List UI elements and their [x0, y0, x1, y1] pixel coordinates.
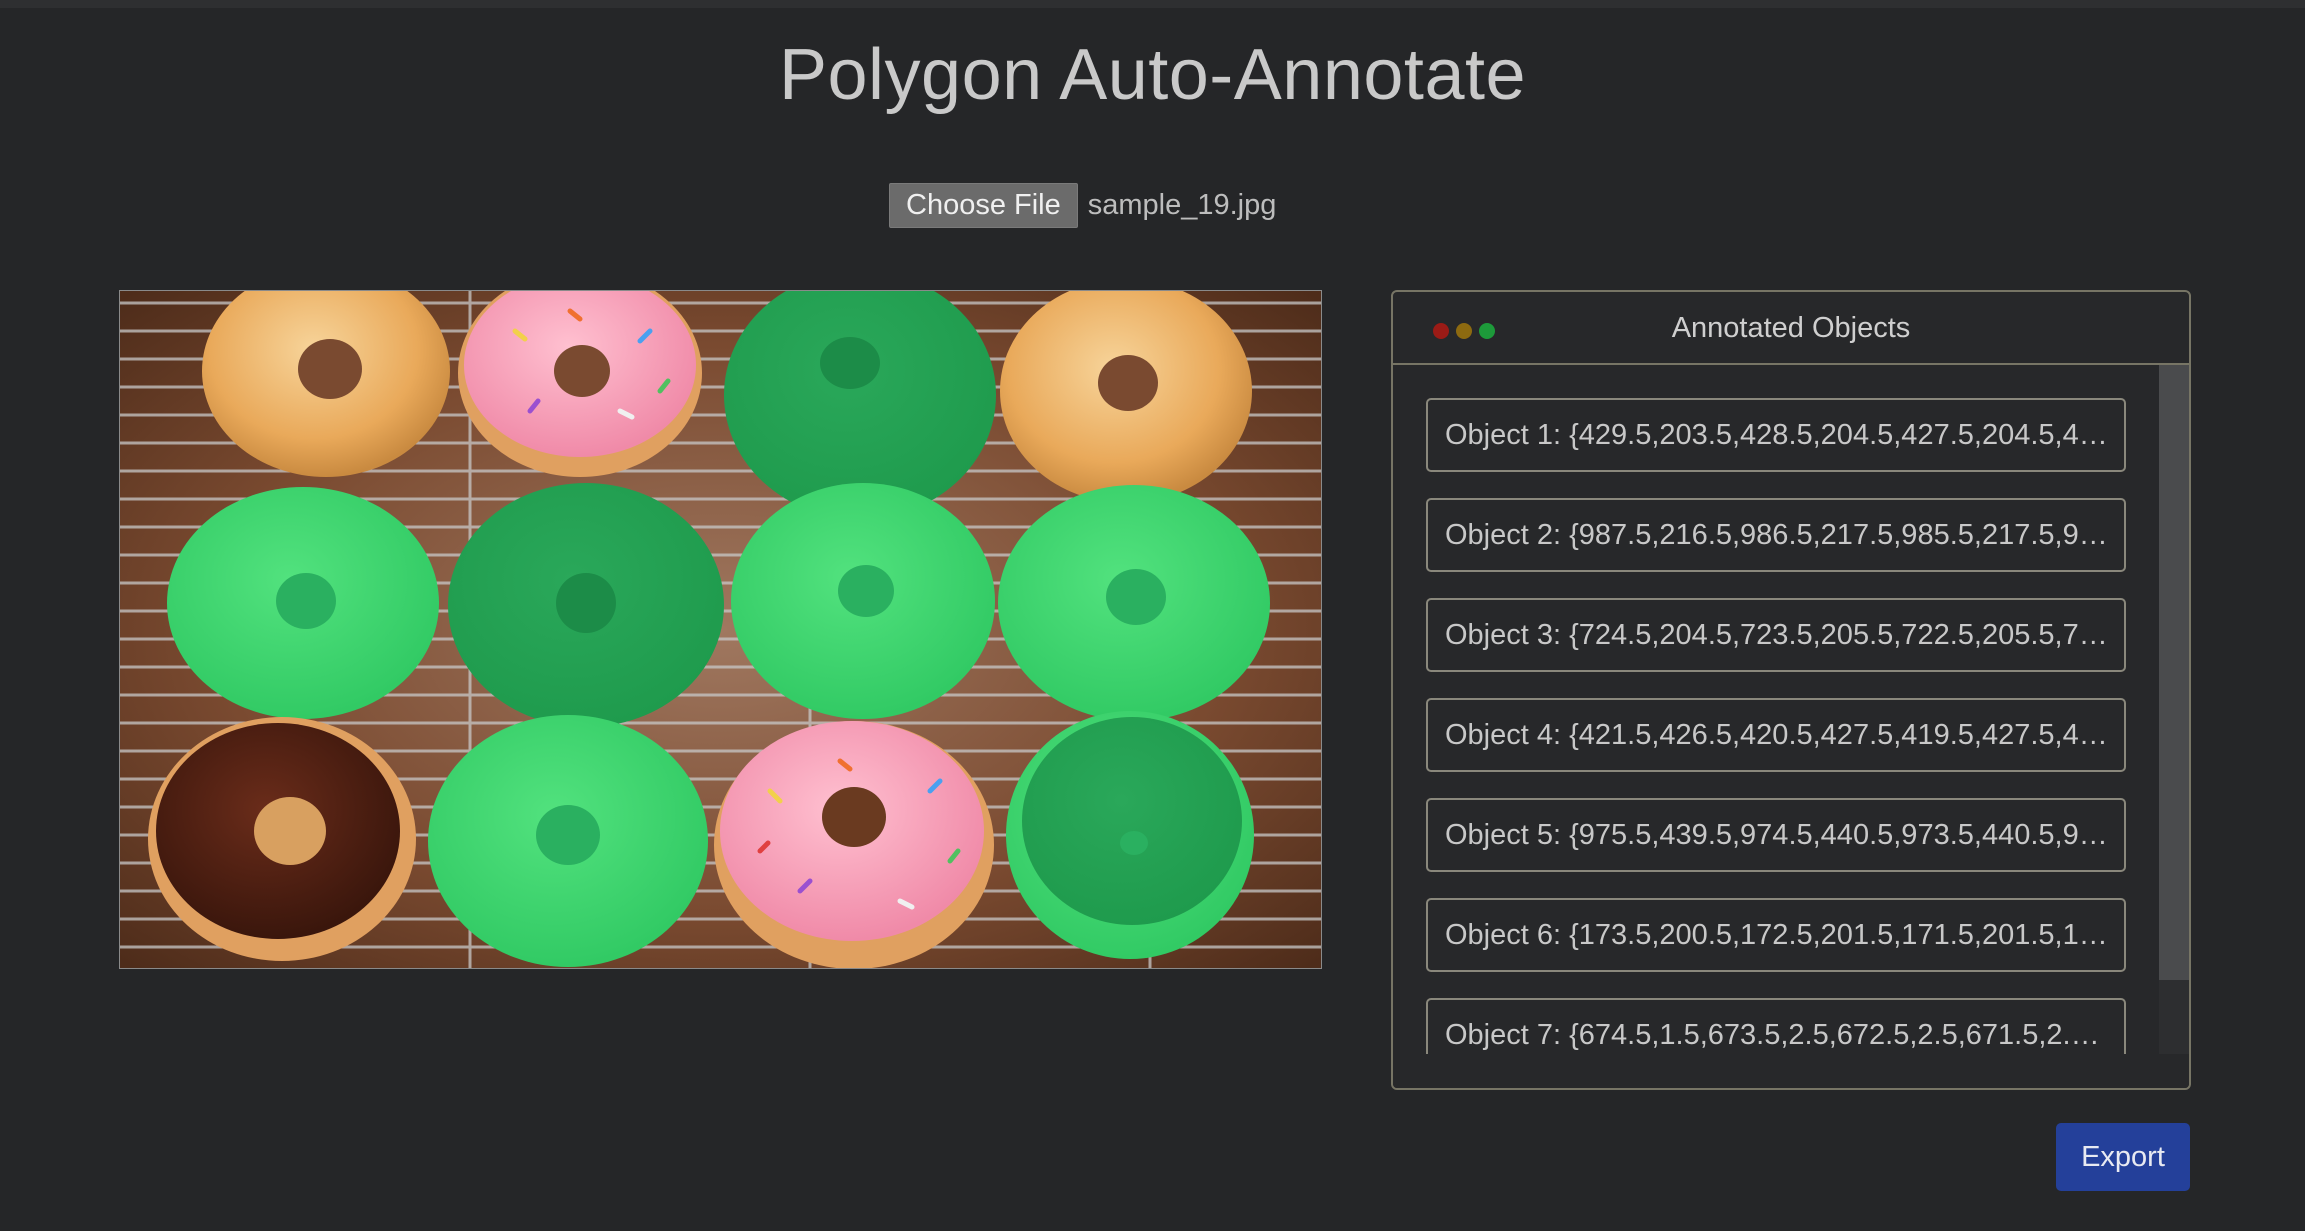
annotated-image[interactable]	[119, 290, 1322, 969]
donut-pink-2	[714, 721, 994, 968]
page-title: Polygon Auto-Annotate	[778, 35, 1527, 115]
object-item[interactable]: Object 7: {674.5,1.5,673.5,2.5,672.5,2.5…	[1426, 998, 2126, 1054]
donut-photo	[120, 291, 1321, 968]
object-item[interactable]: Object 4: {421.5,426.5,420.5,427.5,419.5…	[1426, 698, 2126, 772]
file-input[interactable]: Choose File sample_19.jpg	[889, 183, 1276, 228]
donut-mask-5	[998, 485, 1270, 721]
choose-file-button[interactable]: Choose File	[889, 183, 1078, 228]
panel-footer	[1393, 1054, 2189, 1088]
vertical-scrollbar[interactable]	[2159, 365, 2189, 1054]
donut-mask-7	[1006, 711, 1254, 959]
object-item[interactable]: Object 6: {173.5,200.5,172.5,201.5,171.5…	[1426, 898, 2126, 972]
donut-chocolate-1	[148, 717, 416, 961]
selected-file-name: sample_19.jpg	[1087, 189, 1277, 221]
annotated-objects-panel: Annotated Objects Object 1: {429.5,203.5…	[1391, 290, 2191, 1090]
donut-mask-2	[167, 487, 439, 719]
object-item[interactable]: Object 2: {987.5,216.5,986.5,217.5,985.5…	[1426, 498, 2126, 572]
donut-mask-4	[731, 483, 995, 719]
export-button[interactable]: Export	[2056, 1123, 2190, 1191]
object-item[interactable]: Object 3: {724.5,204.5,723.5,205.5,722.5…	[1426, 598, 2126, 672]
object-item[interactable]: Object 5: {975.5,439.5,974.5,440.5,973.5…	[1426, 798, 2126, 872]
top-border	[0, 0, 2305, 8]
donut-mask-3	[448, 483, 724, 727]
objects-list[interactable]: Object 1: {429.5,203.5,428.5,204.5,427.5…	[1393, 365, 2159, 1054]
object-item[interactable]: Object 1: {429.5,203.5,428.5,204.5,427.5…	[1426, 398, 2126, 472]
panel-header: Annotated Objects	[1393, 292, 2189, 365]
donut-mask-6	[428, 715, 708, 967]
panel-title: Annotated Objects	[1671, 312, 1911, 344]
scrollbar-thumb[interactable]	[2159, 365, 2189, 980]
